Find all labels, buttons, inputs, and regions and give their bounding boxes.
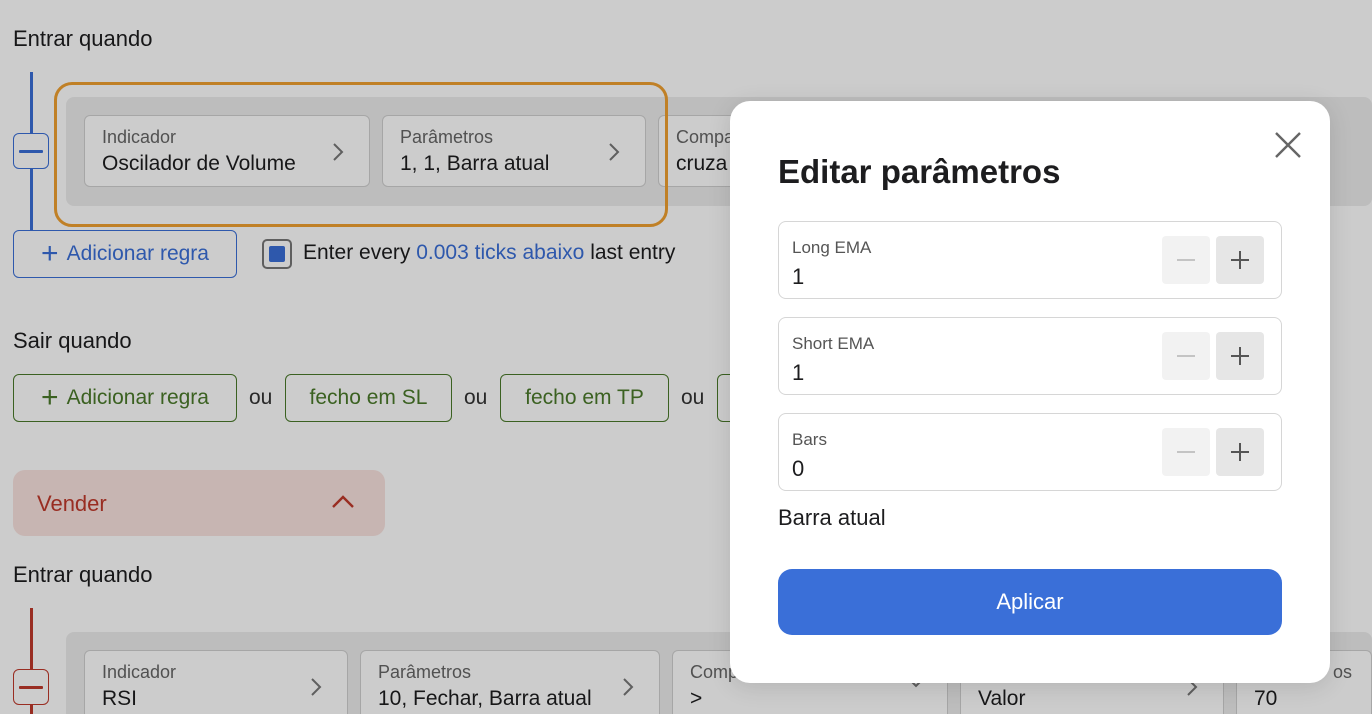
edit-parameters-dialog: Editar parâmetros Long EMA 1 Short EMA 1… (730, 101, 1330, 683)
increment-button[interactable] (1216, 236, 1264, 284)
minus-icon (1177, 259, 1195, 261)
bars-field[interactable]: Bars 0 (778, 413, 1282, 491)
decrement-button[interactable] (1162, 236, 1210, 284)
plus-icon (1231, 347, 1249, 365)
long-ema-field[interactable]: Long EMA 1 (778, 221, 1282, 299)
bars-value[interactable]: 0 (792, 456, 804, 482)
long-ema-label: Long EMA (792, 238, 872, 257)
minus-icon (1177, 355, 1195, 357)
increment-button[interactable] (1216, 332, 1264, 380)
short-ema-label: Short EMA (792, 334, 875, 353)
dialog-title: Editar parâmetros (778, 153, 1061, 190)
decrement-button[interactable] (1162, 332, 1210, 380)
bars-label: Bars (792, 430, 827, 449)
plus-icon (1231, 443, 1249, 461)
short-ema-value[interactable]: 1 (792, 360, 804, 386)
minus-icon (1177, 451, 1195, 453)
increment-button[interactable] (1216, 428, 1264, 476)
bar-description: Barra atual (778, 505, 886, 530)
apply-button[interactable]: Aplicar (778, 569, 1282, 635)
short-ema-field[interactable]: Short EMA 1 (778, 317, 1282, 395)
long-ema-value[interactable]: 1 (792, 264, 804, 290)
close-icon[interactable] (1270, 127, 1306, 163)
plus-icon (1231, 251, 1249, 269)
decrement-button[interactable] (1162, 428, 1210, 476)
